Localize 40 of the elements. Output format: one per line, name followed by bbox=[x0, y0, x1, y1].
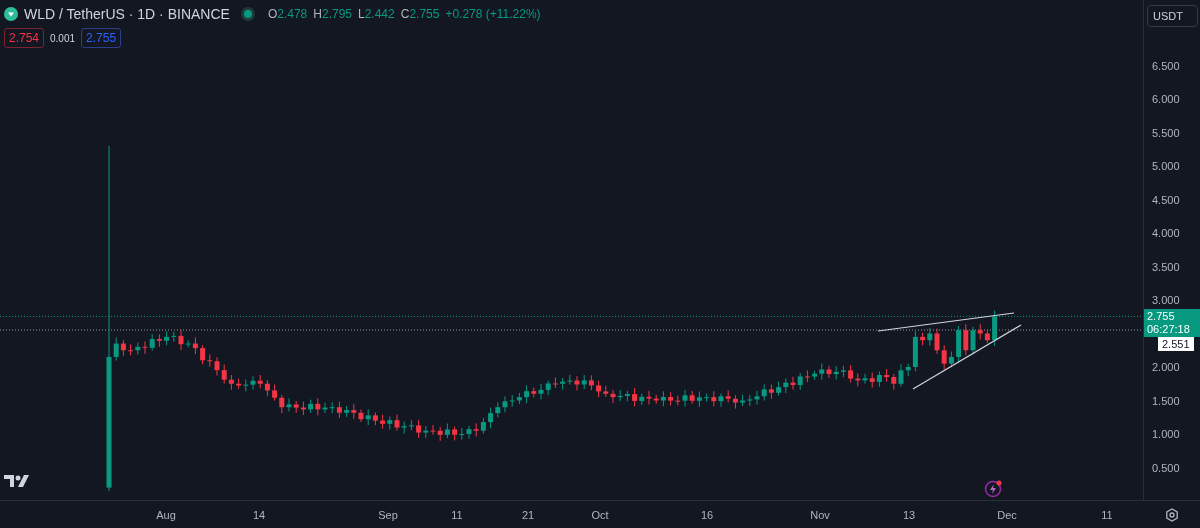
price-tick: 3.500 bbox=[1152, 260, 1180, 273]
price-tick: 1.500 bbox=[1152, 394, 1180, 407]
price-tick: 3.000 bbox=[1152, 294, 1180, 306]
price-tick: 6.000 bbox=[1152, 93, 1180, 105]
currency-button[interactable]: USDT bbox=[1147, 5, 1198, 27]
ohlc-value: L2.442 bbox=[358, 7, 395, 21]
last-price-label: 2.755 06:27:18 bbox=[1144, 309, 1200, 337]
settings-icon[interactable] bbox=[1164, 507, 1179, 522]
ohlc-value: C2.755 bbox=[400, 7, 440, 21]
spread-value: 0.001 bbox=[50, 32, 76, 44]
time-tick: Dec bbox=[997, 509, 1017, 521]
price-tick: 5.500 bbox=[1152, 126, 1180, 139]
symbol-title[interactable]: WLD / TetherUS · 1D · BINANCE bbox=[24, 6, 230, 22]
price-change: +0.278 (+11.22%) bbox=[445, 7, 541, 21]
time-tick: Nov bbox=[810, 509, 830, 521]
time-tick: 14 bbox=[252, 509, 266, 521]
price-tick: 0.500 bbox=[1152, 461, 1180, 474]
time-tick: 11 bbox=[1101, 509, 1113, 521]
bid-price[interactable]: 2.754 bbox=[4, 28, 45, 48]
price-tick: 2.000 bbox=[1152, 361, 1180, 373]
price-tick: 4.500 bbox=[1152, 193, 1180, 206]
lightning-icon[interactable] bbox=[984, 479, 1004, 499]
time-tick: 21 bbox=[521, 509, 535, 521]
time-tick: 16 bbox=[700, 509, 714, 521]
price-tick: 1.000 bbox=[1152, 428, 1180, 440]
time-tick: 11 bbox=[451, 509, 463, 521]
time-tick: Oct bbox=[591, 509, 609, 521]
trend-line[interactable] bbox=[912, 324, 1022, 390]
price-tick: 5.000 bbox=[1152, 160, 1180, 172]
ohlc-value: H2.795 bbox=[313, 7, 352, 21]
time-tick: Sep bbox=[378, 509, 398, 521]
time-tick: 13 bbox=[902, 509, 916, 521]
ohlc-value: O2.478 bbox=[267, 7, 308, 21]
trend-line[interactable] bbox=[877, 312, 1015, 332]
price-tick: 6.500 bbox=[1152, 59, 1180, 72]
time-tick: Aug bbox=[156, 509, 176, 521]
symbol-logo-icon bbox=[4, 7, 18, 21]
price-tick: 4.000 bbox=[1152, 227, 1180, 239]
price-marker-label: 2.551 bbox=[1158, 337, 1194, 351]
ask-price[interactable]: 2.755 bbox=[81, 28, 122, 48]
